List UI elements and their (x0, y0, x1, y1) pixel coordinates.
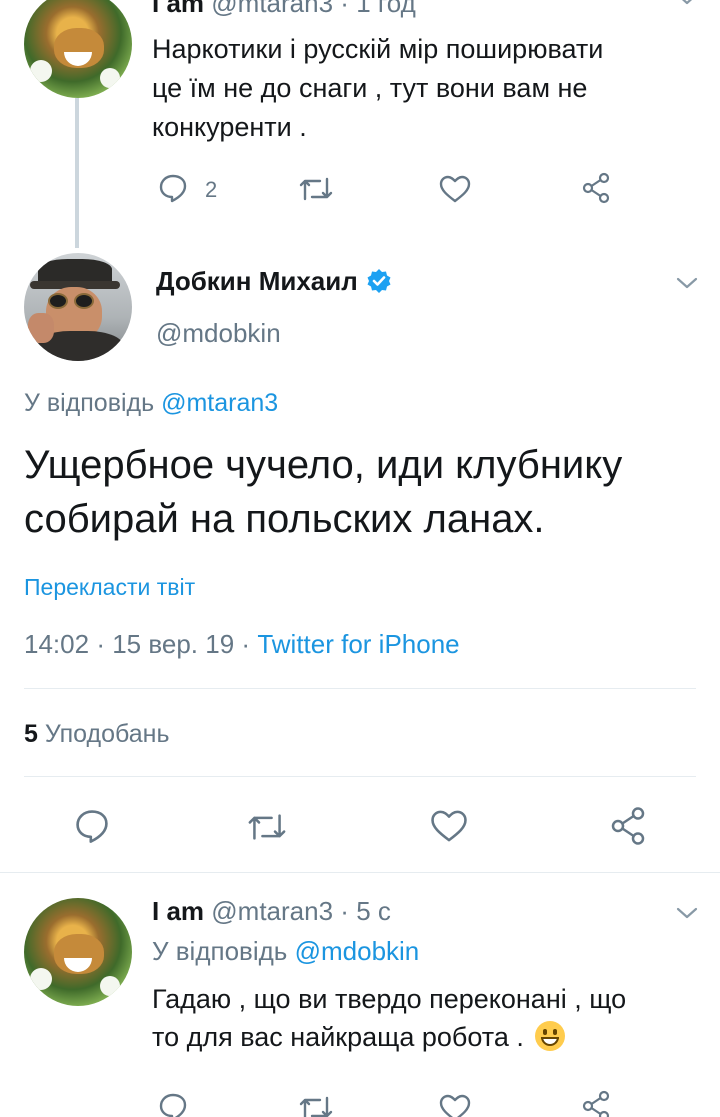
tweet-time: 1 год (356, 0, 416, 18)
share-icon[interactable] (608, 806, 648, 846)
thread-line (75, 98, 79, 248)
retweet-icon[interactable] (298, 175, 334, 203)
retweet-icon[interactable] (298, 1094, 334, 1117)
reply-context: У відповідь @mtaran3 (24, 389, 279, 417)
reply-icon[interactable] (158, 1092, 188, 1117)
divider (24, 776, 696, 777)
author-name[interactable]: I am (152, 896, 204, 926)
like-icon[interactable] (438, 1093, 472, 1117)
chevron-down-icon[interactable] (676, 906, 698, 925)
tweet-time: 5 с (356, 896, 391, 926)
translate-tweet-link[interactable]: Перекласти твіт (24, 574, 195, 601)
mention-link[interactable]: @mdobkin (295, 936, 420, 966)
reply-icon[interactable] (158, 173, 188, 203)
author-handle[interactable]: @mdobkin (156, 318, 281, 349)
grinning-emoji (535, 1021, 566, 1051)
reply-context: У відповідь @mdobkin (152, 936, 420, 966)
reply-icon[interactable] (74, 808, 110, 844)
share-icon[interactable] (580, 172, 612, 204)
tweet-text: Ущербное чучело, иди клубнику собирай на… (24, 443, 623, 541)
author-handle[interactable]: @mtaran3 (211, 896, 333, 926)
avatar[interactable] (24, 253, 132, 361)
divider (0, 872, 720, 873)
verified-badge-icon (366, 268, 392, 294)
like-icon[interactable] (438, 174, 472, 204)
reply-count: 2 (205, 177, 218, 202)
chevron-down-icon[interactable] (676, 0, 698, 11)
share-icon[interactable] (580, 1090, 612, 1117)
source-link[interactable]: Twitter for iPhone (257, 629, 459, 659)
retweet-icon[interactable] (246, 811, 288, 843)
divider (24, 688, 696, 689)
likes-stat[interactable]: 5 Уподобань (24, 720, 169, 749)
mention-link[interactable]: @mtaran3 (161, 389, 278, 417)
like-icon[interactable] (429, 808, 469, 844)
author-name[interactable]: I am (152, 0, 204, 18)
tweet-timestamp: 14:02 · 15 вер. 19 · Twitter for iPhone (24, 629, 460, 659)
author-handle[interactable]: @mtaran3 (211, 0, 333, 18)
tweet-text: Гадаю , що ви твердо переконані , що то … (152, 984, 627, 1052)
tweet-text: Наркотики і русскій мір поширювати це їм… (152, 34, 604, 142)
author-name[interactable]: Добкин Михаил (156, 266, 358, 296)
avatar[interactable] (24, 0, 132, 98)
avatar[interactable] (24, 898, 132, 1006)
chevron-down-icon[interactable] (676, 276, 698, 295)
